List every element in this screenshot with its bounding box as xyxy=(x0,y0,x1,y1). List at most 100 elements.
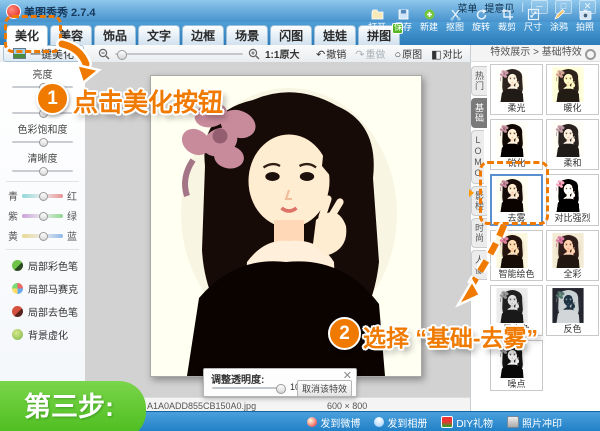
effect-full-color[interactable]: 全彩 xyxy=(546,230,599,281)
zoom-in-icon[interactable] xyxy=(248,48,260,60)
slider-handle[interactable] xyxy=(38,211,48,221)
save-button[interactable]: 保存 xyxy=(390,8,416,32)
mosaic-icon xyxy=(12,283,23,294)
step1-badge: 1 xyxy=(36,82,69,115)
ribbon-icon xyxy=(469,189,474,197)
color-pen-icon xyxy=(12,260,23,271)
camera-icon xyxy=(579,9,591,20)
effect-preview xyxy=(549,233,596,268)
clarity-slider[interactable] xyxy=(12,167,73,176)
zoom-slider-handle[interactable] xyxy=(117,49,127,60)
image-dimensions: 600 × 800 xyxy=(327,401,368,411)
compare-icon: ◧ xyxy=(431,49,442,61)
plus-icon xyxy=(424,9,434,20)
zoom-slider[interactable] xyxy=(115,49,243,60)
slider-handle[interactable] xyxy=(276,384,286,394)
filename-text: A1A0ADD855CB150A0.jpg xyxy=(147,401,257,411)
share-album-link[interactable]: 发到相册 xyxy=(374,415,427,430)
step2-badge: 2 xyxy=(328,317,361,350)
redo-button[interactable]: ↷重做 xyxy=(355,46,385,61)
purple-green-slider[interactable]: 紫 绿 xyxy=(8,208,77,223)
cancel-effect-button[interactable]: 取消该特效 xyxy=(296,380,352,397)
cutout-button[interactable]: 抠图 xyxy=(442,8,468,32)
original-toggle[interactable]: ○原图 xyxy=(394,46,422,61)
album-icon xyxy=(374,417,385,427)
highlight-box-beautify-tab xyxy=(4,15,62,53)
category-basic[interactable]: 基础 xyxy=(471,98,487,128)
weibo-icon xyxy=(307,417,318,427)
effect-preview xyxy=(549,177,596,212)
app-window: 美图秀秀 2.7.4 菜单 提意见 | ─ □ ✕ 打开 保存 新建 抠图 旋转… xyxy=(0,0,600,431)
slider-handle[interactable] xyxy=(38,138,48,147)
settings-icon[interactable] xyxy=(585,49,596,60)
arrow-to-step2 xyxy=(454,222,510,308)
slider-handle[interactable] xyxy=(38,167,48,176)
tab-frame[interactable]: 边框 xyxy=(182,25,225,46)
saturation-slider[interactable] xyxy=(12,138,73,147)
open-button[interactable]: 打开 xyxy=(364,8,390,32)
arrow-to-beautify xyxy=(56,38,102,86)
diy-gift-link[interactable]: DIY礼物 xyxy=(441,415,493,430)
resize-button[interactable]: 尺寸 xyxy=(520,8,546,32)
tab-flash[interactable]: 闪图 xyxy=(270,25,313,46)
rotate-icon xyxy=(476,9,487,20)
tab-scene[interactable]: 场景 xyxy=(226,25,269,46)
category-hot[interactable]: 热门 xyxy=(471,66,487,96)
new-button[interactable]: 新建 xyxy=(416,8,442,32)
slider-handle[interactable] xyxy=(38,231,48,241)
doodle-button[interactable]: 涂鸦 xyxy=(546,8,572,32)
step-banner: 第三步: xyxy=(0,381,146,431)
local-color-pen-button[interactable]: 局部彩色笔 xyxy=(12,258,85,273)
share-weibo-link[interactable]: 发到微博 xyxy=(307,415,360,430)
pencil-icon xyxy=(553,9,565,20)
compare-button[interactable]: ◧对比 xyxy=(431,46,462,61)
clarity-label: 清晰度 xyxy=(27,154,58,165)
radio-icon: ○ xyxy=(394,49,402,61)
zoom-actual-size-button[interactable]: 1:1原大 xyxy=(265,46,299,61)
effect-strong-contrast[interactable]: 对比强烈 xyxy=(546,174,599,226)
effect-preview xyxy=(549,122,596,157)
crop-icon xyxy=(501,9,513,20)
effect-warm[interactable]: 暖化 xyxy=(546,64,599,115)
undo-button[interactable]: ↶撤销 xyxy=(316,46,346,61)
step2-text: 选择 “基础-去雾” xyxy=(363,325,539,351)
divider xyxy=(6,181,79,182)
printer-icon xyxy=(507,416,519,428)
crop-button[interactable]: 裁剪 xyxy=(494,8,520,32)
effect-preview xyxy=(493,67,540,102)
rotate-button[interactable]: 旋转 xyxy=(468,8,494,32)
tab-text[interactable]: 文字 xyxy=(138,25,181,46)
slider-handle[interactable] xyxy=(38,191,48,201)
effect-invert[interactable]: 反色 xyxy=(546,285,599,336)
scissors-icon xyxy=(449,9,461,21)
transparency-label: 调整透明度: xyxy=(211,375,265,386)
tab-doll[interactable]: 娃娃 xyxy=(314,25,357,46)
resize-icon xyxy=(527,8,539,21)
effect-preview xyxy=(493,122,540,157)
effect-preview xyxy=(549,288,596,323)
local-decolor-pen-button[interactable]: 局部去色笔 xyxy=(12,304,85,319)
effect-soft-light[interactable]: 柔光 xyxy=(490,64,543,115)
effect-soft[interactable]: 柔和 xyxy=(546,119,599,170)
zoom-controls: 1:1原大 xyxy=(98,46,299,61)
photo-print-link[interactable]: 照片冲印 xyxy=(507,415,562,430)
gift-icon xyxy=(441,416,454,428)
local-mosaic-button[interactable]: 局部马赛克 xyxy=(12,281,85,296)
cyan-red-slider[interactable]: 青 红 xyxy=(8,188,77,203)
camera-button[interactable]: 拍照 xyxy=(572,8,598,32)
divider xyxy=(6,249,79,250)
disk-icon xyxy=(398,9,408,20)
redo-icon: ↷ xyxy=(355,49,365,61)
main-toolbar: 打开 保存 新建 抠图 旋转 裁剪 尺寸 涂鸦 拍照 xyxy=(364,8,598,32)
highlight-box-dehaze-effect xyxy=(479,161,549,225)
effect-preview xyxy=(549,67,596,102)
transparency-slider[interactable] xyxy=(212,384,286,394)
step1-text: 点击美化按钮 xyxy=(73,89,224,117)
yellow-blue-slider[interactable]: 黄 蓝 xyxy=(8,228,77,243)
decolor-pen-icon xyxy=(12,306,23,317)
background-blur-button[interactable]: 背景虚化 xyxy=(12,327,85,342)
saturation-label: 色彩饱和度 xyxy=(17,125,68,136)
effects-panel-header: 特效展示 > 基础特效 xyxy=(470,45,600,62)
transparency-panel: 调整透明度: ✕ 100% 取消该特效 xyxy=(203,368,357,397)
undo-icon: ↶ xyxy=(316,49,326,61)
